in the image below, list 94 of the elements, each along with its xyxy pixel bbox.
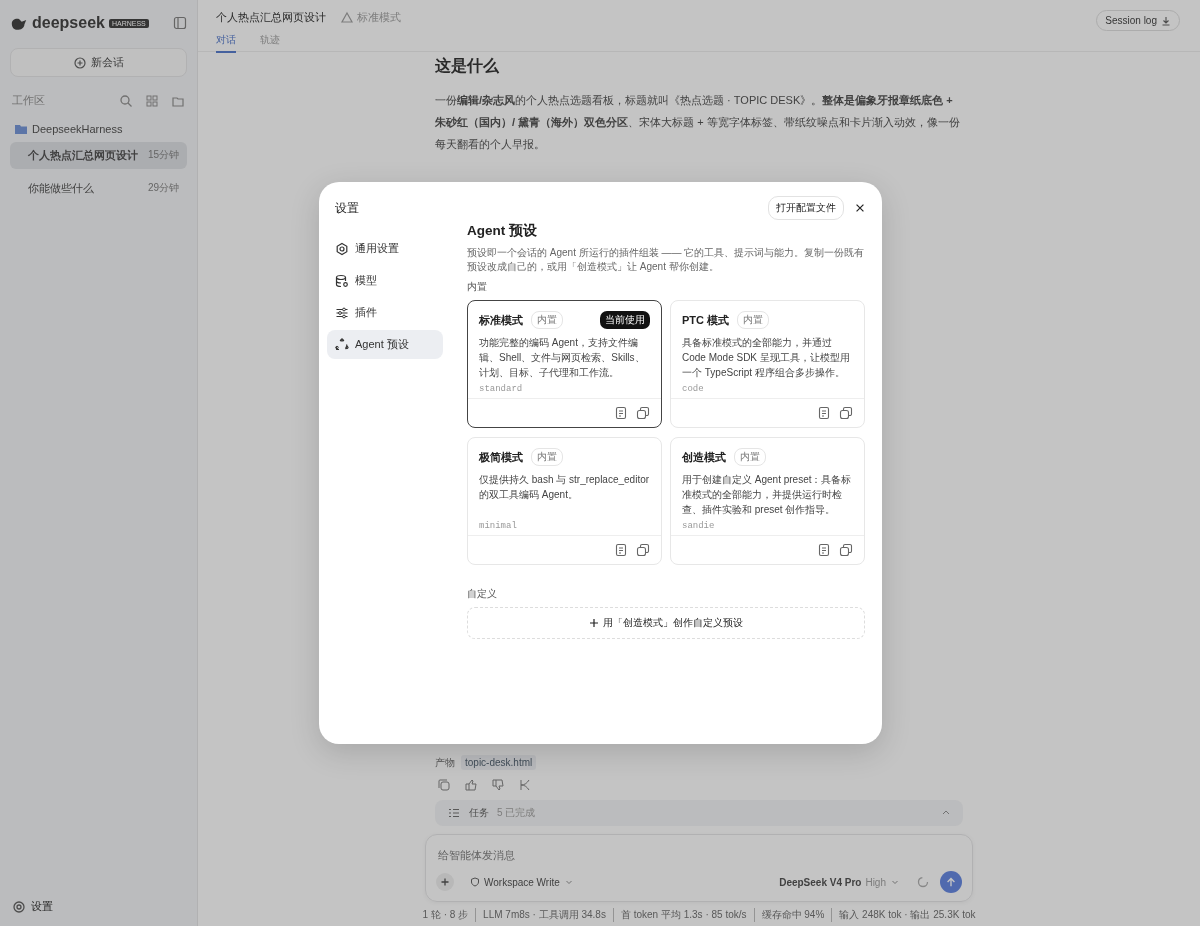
create-preset-button[interactable]: 用「创造模式」创作自定义预设 [467,607,865,639]
spinner-icon [916,875,930,889]
preset-name: PTC 模式 [682,312,730,328]
sliders-icon [335,305,349,320]
artifact-chip[interactable]: topic-desk.html [461,755,537,770]
session-time: 29分钟 [147,181,179,195]
status-item: 1 轮 · 8 步 [421,908,470,922]
builtin-tag: 内置 [531,311,563,329]
description-paragraph: 一份编辑/杂志风的个人热点选题看板，标题就叫《热点选题 · TOPIC DESK》。整体是偏象牙报章纸底色 + 朱砂红（国内）/ 黛青（海外）双色分区、宋体大标题 + 等宽字体标签、带纸纹噪点和卡片渐入动效，像一份每天翻看的个人早报。 [435,93,961,152]
preset-description: 仅提供持久 bash 与 str_replace_editor 的双工具编码 Agent。 [479,473,650,502]
status-item: 缓存命中 94% [753,908,832,922]
dialog-description: 预设即一个会话的 Agent 所运行的插件组装 —— 它的工具、提示词与能力。复制一份既有预设改成自己的，或用「创造模式」让 Agent 帮你创建。 [467,246,866,274]
dialog-title: 设置 [334,200,360,217]
gear-icon [335,241,349,256]
mode-label: 标准模式 [340,10,401,25]
thumbs-down-icon[interactable] [491,778,505,792]
close-icon[interactable] [854,202,866,214]
document-icon[interactable] [614,406,628,420]
preset-name: 极简模式 [479,449,523,465]
brand-name: deepseek [32,14,105,32]
settings-link[interactable]: 设置 [31,899,53,914]
model-dropdown[interactable]: DeepSeek V4 Pro High [773,875,906,889]
download-icon [1161,15,1171,26]
section-heading: 这是什么 [435,56,500,76]
session-time: 15分钟 [147,148,179,162]
status-item: LLM 7m8s · 工具调用 34.8s [475,908,613,922]
search-icon[interactable] [119,93,133,108]
preset-slug: code [682,384,705,394]
send-button[interactable] [940,871,962,893]
settings-nav-item[interactable]: 通用设置 [327,234,443,263]
current-badge: 当前使用 [600,311,650,329]
artifact-label: 产物 [435,755,455,770]
settings-nav-item[interactable]: Agent 预设 [327,330,443,359]
arrow-up-icon [945,876,957,888]
preset-card[interactable]: PTC 模式 内置 具备标准模式的全部能力，并通过 Code Mode SDK 呈现工具，让模型用一个 TypeScript 程序组合多步操作。 code [670,300,865,428]
status-item: 输入 248K tok · 输出 25.3K tok [831,908,983,922]
triangle-icon [340,10,354,25]
preset-name: 创造模式 [682,449,726,465]
nav-label: 通用设置 [355,241,399,256]
preset-slug: sandie [682,521,716,531]
preset-name: 标准模式 [479,312,523,328]
nav-label: Agent 预设 [355,337,409,352]
dialog-heading: Agent 预设 [467,222,538,240]
copy-icon[interactable] [636,406,650,420]
document-icon[interactable] [614,543,628,557]
preset-card[interactable]: 极简模式 内置 仅提供持久 bash 与 str_replace_editor 的双工具编码 Agent。 minimal [467,437,662,565]
session-log-button[interactable]: Session log [1096,10,1180,31]
preset-description: 具备标准模式的全部能力，并通过 Code Mode SDK 呈现工具，让模型用一个 TypeScript 程序组合多步操作。 [682,336,851,380]
session-item[interactable]: 个人热点汇总网页设计 15分钟 [10,142,187,169]
preset-slug: standard [479,384,524,394]
folder-icon [14,122,28,136]
workspace-label: 工作区 [12,93,46,108]
permission-dropdown[interactable]: Workspace Write [464,875,580,889]
settings-icon[interactable] [12,899,26,914]
sidebar-toggle-icon[interactable] [173,16,187,30]
document-icon[interactable] [817,406,831,420]
database-icon [335,273,349,288]
copy-icon[interactable] [839,543,853,557]
custom-label: 自定义 [467,587,498,601]
status-item: 首 token 平均 1.3s · 85 tok/s [612,908,754,922]
new-chat-button[interactable]: 新会话 [10,48,187,77]
preset-description: 功能完整的编码 Agent，支持文件编辑、Shell、文件与网页检索、Skills、计划、目标、子代理和工作流。 [479,336,646,380]
grid-icon[interactable] [145,93,159,108]
shield-icon [470,877,480,887]
tasks-label: 任务 [469,806,489,820]
open-config-button[interactable]: 打开配置文件 [768,196,844,220]
nav-label: 插件 [355,305,377,320]
preset-slug: minimal [479,521,518,531]
settings-nav-item[interactable]: 插件 [327,298,443,327]
copy-icon[interactable] [839,406,853,420]
project-name[interactable]: DeepseekHarness [32,123,123,135]
chat-title: 个人热点汇总网页设计 [216,10,326,25]
preset-description: 用于创建自定义 Agent preset：具备标准模式的全部能力，并提供运行时检查、插件实验和 preset 创作指导。 [682,473,853,517]
settings-nav-item[interactable]: 模型 [327,266,443,295]
preset-card[interactable]: 创造模式 内置 用于创建自定义 Agent preset：具备标准模式的全部能力，并提供运行时检查、插件实验和 preset 创作指导。 sandie [670,437,865,565]
session-item[interactable]: 你能做些什么 29分钟 [10,175,187,202]
list-icon [447,806,461,820]
builtin-tag: 内置 [734,448,766,466]
thumbs-up-icon[interactable] [464,778,478,792]
document-icon[interactable] [817,543,831,557]
builtin-tag: 内置 [531,448,563,466]
session-title: 个人热点汇总网页设计 [28,148,138,163]
attach-button[interactable] [436,873,454,891]
session-title: 你能做些什么 [28,181,94,196]
view-tab[interactable]: 对话 [216,33,236,53]
copy-icon[interactable] [636,543,650,557]
preset-card[interactable]: 标准模式 内置 当前使用 功能完整的编码 Agent，支持文件编辑、Shell、文件与网页检索、Skills、计划、目标、子代理和工作流。 standard [467,300,662,428]
plus-circle-icon [73,55,87,70]
copy-icon[interactable] [437,778,451,792]
builtin-label: 内置 [467,280,488,294]
plus-icon [440,877,450,887]
builtin-tag: 内置 [737,311,770,329]
nav-label: 模型 [355,273,377,288]
plus-icon [589,618,599,628]
